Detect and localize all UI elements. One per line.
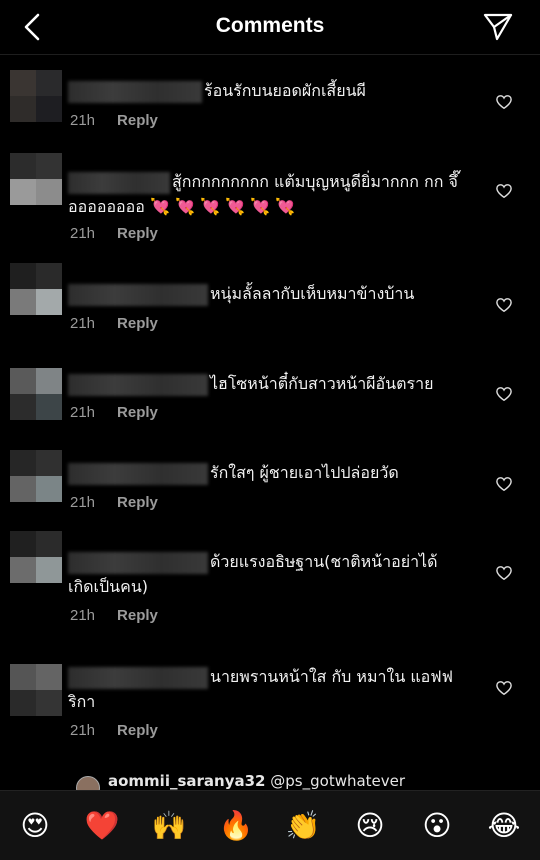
comment-time: 21h xyxy=(70,494,96,511)
heart-eyes-emoji-icon[interactable]: 😍 xyxy=(16,807,54,845)
heart-outline-icon[interactable] xyxy=(495,476,513,492)
avatar[interactable] xyxy=(10,531,62,583)
comment-time: 21h xyxy=(70,404,96,421)
reply-button[interactable]: Reply xyxy=(117,494,158,511)
comment-time: 21h xyxy=(70,607,96,624)
comment-time: 21h xyxy=(70,225,96,242)
avatar[interactable] xyxy=(10,70,62,122)
page-title: Comments xyxy=(215,14,325,37)
avatar[interactable] xyxy=(10,664,62,716)
username-blurred[interactable] xyxy=(68,373,208,396)
username-blurred[interactable] xyxy=(68,283,208,306)
avatar[interactable] xyxy=(10,368,62,420)
avatar[interactable] xyxy=(10,153,62,205)
comment-text: หนุ่มลั้ลลากับเห็บหมาข้างบ้าน xyxy=(210,284,415,303)
comment-meta: 21h Reply xyxy=(70,722,158,739)
username-blurred[interactable] xyxy=(68,171,170,194)
avatar[interactable] xyxy=(10,263,62,315)
reply-button[interactable]: Reply xyxy=(117,722,158,739)
username-blurred[interactable] xyxy=(68,462,208,485)
heart-outline-icon[interactable] xyxy=(495,94,513,110)
comment-text-row: สู้กกกกกกกกก แต้มบุญหนูดียิ่มากกก กก จึ๊… xyxy=(68,169,463,219)
header-bar: Comments xyxy=(0,0,540,55)
surprised-face-emoji-icon[interactable]: 😮 xyxy=(418,807,456,845)
emoji-reaction-bar: 😍 ❤️ 🙌 🔥 👏 😢 😮 😂 xyxy=(0,790,540,860)
comment-meta: 21h Reply xyxy=(70,607,158,624)
mention-text[interactable]: @ps_gotwhatever xyxy=(270,772,405,790)
username-blurred[interactable] xyxy=(68,80,202,103)
crying-face-emoji-icon[interactable]: 😢 xyxy=(351,807,389,845)
comment-username[interactable]: aommii_saranya32 xyxy=(108,772,266,790)
comment-text: รักใสๆ ผู้ชายเอาไปปล่อยวัด xyxy=(210,463,399,482)
comment-meta: 21h Reply xyxy=(70,404,158,421)
comment-text: ไฮโซหน้าตี๋กับสาวหน้าผีอันตราย xyxy=(210,374,434,393)
comment-meta: 21h Reply xyxy=(70,112,158,129)
comment-text-row: นายพรานหน้าใส กับ หมาใน แอฟฟริกา xyxy=(68,664,468,714)
heart-outline-icon[interactable] xyxy=(495,565,513,581)
comment-text-row: ด้วยแรงอธิษฐาน(ชาติหน้าอย่าได้ เกิดเป็นค… xyxy=(68,549,468,599)
red-heart-emoji-icon[interactable]: ❤️ xyxy=(83,807,121,845)
comment-text-row: ร้อนรักบนยอดผักเสี้ยนผี xyxy=(68,78,468,103)
reply-button[interactable]: Reply xyxy=(117,112,158,129)
reply-button[interactable]: Reply xyxy=(117,225,158,242)
reply-button[interactable]: Reply xyxy=(117,315,158,332)
comment-meta: 21h Reply xyxy=(70,315,158,332)
avatar[interactable] xyxy=(10,450,62,502)
username-blurred[interactable] xyxy=(68,551,208,574)
comment-time: 21h xyxy=(70,112,96,129)
reply-button[interactable]: Reply xyxy=(117,404,158,421)
tears-of-joy-emoji-icon[interactable]: 😂 xyxy=(485,807,523,845)
heart-outline-icon[interactable] xyxy=(495,183,513,199)
raised-hands-emoji-icon[interactable]: 🙌 xyxy=(150,807,188,845)
comment-meta: 21h Reply xyxy=(70,494,158,511)
clapping-hands-emoji-icon[interactable]: 👏 xyxy=(284,807,322,845)
comment-meta: 21h Reply xyxy=(70,225,158,242)
comment-text-row: รักใสๆ ผู้ชายเอาไปปล่อยวัด xyxy=(68,460,468,485)
username-blurred[interactable] xyxy=(68,666,208,689)
comment-time: 21h xyxy=(70,315,96,332)
heart-outline-icon[interactable] xyxy=(495,680,513,696)
comment-time: 21h xyxy=(70,722,96,739)
paper-plane-icon[interactable] xyxy=(482,12,514,42)
fire-emoji-icon[interactable]: 🔥 xyxy=(217,807,255,845)
reply-button[interactable]: Reply xyxy=(117,607,158,624)
comment-text: ร้อนรักบนยอดผักเสี้ยนผี xyxy=(204,81,366,100)
heart-outline-icon[interactable] xyxy=(495,386,513,402)
comment-text-row: หนุ่มลั้ลลากับเห็บหมาข้างบ้าน xyxy=(68,281,468,306)
partial-comment: aommii_saranya32 @ps_gotwhatever xyxy=(72,772,472,790)
comment-text-row: ไฮโซหน้าตี๋กับสาวหน้าผีอันตราย xyxy=(68,371,468,396)
heart-outline-icon[interactable] xyxy=(495,297,513,313)
